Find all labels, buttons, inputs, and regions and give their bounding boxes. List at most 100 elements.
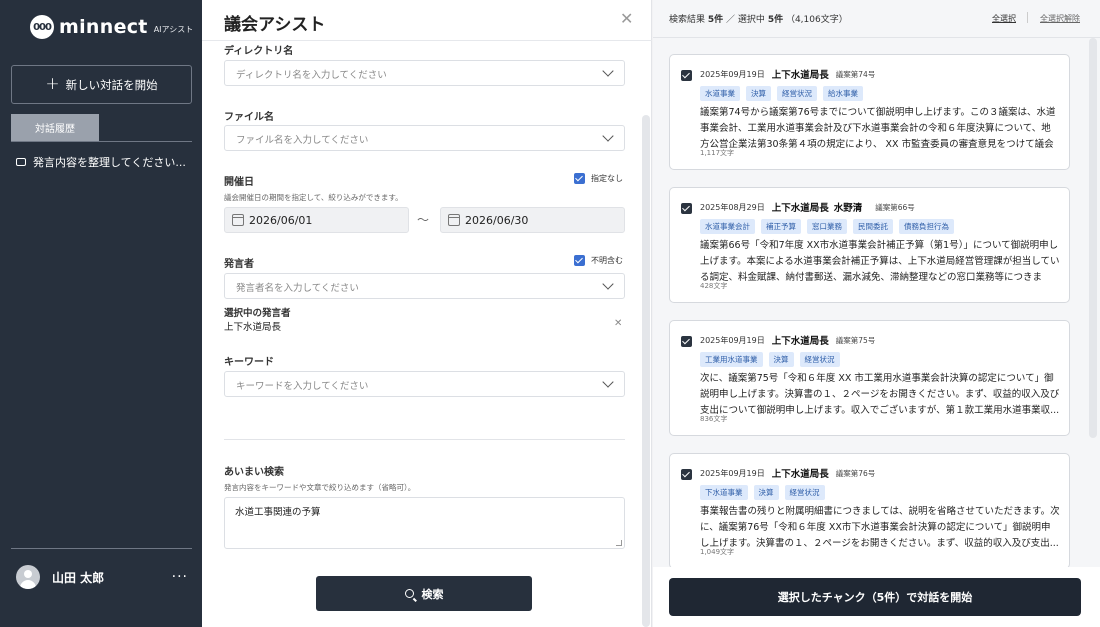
search-icon [404, 589, 414, 598]
file-select[interactable]: ファイル名を入力してください [224, 125, 625, 151]
card-body: 議案第74号から議案第76号までについて御説明申し上げます。この３議案は、水道事… [700, 107, 1056, 150]
new-chat-label: 新しい対話を開始 [65, 77, 158, 92]
result-card[interactable]: 2025年09月19日 上下水道局長 議案第76号 下水道事業 決算 経営状況 … [669, 453, 1070, 567]
page-title: 議会アシスト [224, 15, 326, 35]
section-divider [224, 439, 625, 440]
card-body: 議案第66号「令和7年度 XX市水道事業会計補正予算（第1号）」について御説明申… [700, 240, 1060, 283]
fuzzy-search-hint: 発言内容をキーワードや文章で絞り込めます（省略可）。 [224, 483, 416, 492]
card-tags: 水道事業 決算 経営状況 給水事業 [700, 86, 869, 101]
tag: 水道事業会計 [700, 219, 755, 234]
selected-speaker-value: 上下水道局長 [224, 322, 282, 333]
card-checkbox[interactable] [681, 336, 692, 347]
tag: 給水事業 [823, 86, 863, 101]
checkbox-checked-icon[interactable] [574, 173, 585, 184]
sidebar: 000 minnect AIアシスト + 新しい対話を開始 対話履歴 発言内容を… [0, 0, 202, 627]
logo[interactable]: 000 minnect AIアシスト [30, 14, 193, 40]
tag: 下水道事業 [700, 485, 748, 500]
card-char-count: 1,117文字 [700, 149, 735, 157]
card-tags: 工業用水道事業 決算 経営状況 [700, 352, 846, 367]
file-label: ファイル名 [224, 112, 274, 123]
resize-handle-icon[interactable] [616, 540, 622, 546]
tab-chat-history[interactable]: 対話履歴 [11, 114, 99, 141]
selected-prefix: 選択中 [737, 15, 765, 25]
start-date-value: 2026/06/01 [249, 213, 313, 227]
tag: 経営状況 [784, 485, 825, 500]
directory-label: ディレクトリ名 [224, 46, 294, 57]
checkbox-checked-icon[interactable] [574, 255, 585, 266]
start-chat-with-chunks-button[interactable]: 選択したチャンク（5件）で対話を開始 [669, 578, 1081, 616]
new-chat-button[interactable]: + 新しい対話を開始 [11, 65, 192, 104]
chevron-down-icon [602, 376, 614, 388]
date-range-separator: 〜 [417, 213, 430, 227]
card-char-count: 428文字 [700, 282, 728, 290]
card-body: 次に、議案第75号「令和６年度 XX 市工業用水道事業会計決算の認定について」御… [700, 373, 1060, 416]
card-agenda: 議案第66号 [875, 202, 915, 212]
search-form-panel: 議会アシスト ✕ ディレクトリ名 ディレクトリ名を入力してください ファイル名 … [202, 0, 652, 627]
card-checkbox[interactable] [681, 70, 692, 81]
card-checkbox[interactable] [681, 203, 692, 214]
avatar [16, 565, 40, 589]
card-agenda: 議案第76号 [835, 468, 876, 478]
tag: 決算 [768, 352, 794, 367]
results-panel: 検索結果 5件 ／ 選択中 5件 （4,106文字） 全選択 全選択解除 202… [653, 0, 1100, 627]
close-icon[interactable]: ✕ [620, 9, 633, 28]
tag: 決算 [746, 86, 771, 101]
tag: 窓口業務 [807, 219, 847, 234]
card-checkbox[interactable] [681, 469, 692, 480]
logo-text: minnect [59, 16, 148, 38]
link-separator [1027, 12, 1028, 23]
card-date: 2025年09月19日 [700, 335, 765, 345]
select-all-link[interactable]: 全選択 [992, 13, 1016, 24]
tag: 工業用水道事業 [700, 352, 763, 367]
result-card[interactable]: 2025年09月19日 上下水道局長 議案第74号 水道事業 決算 経営状況 給… [669, 54, 1070, 170]
results-list: 2025年09月19日 上下水道局長 議案第74号 水道事業 決算 経営状況 給… [669, 52, 1072, 567]
keyword-select[interactable]: キーワードを入力してください [224, 371, 625, 397]
panel-header: 議会アシスト ✕ [202, 0, 652, 41]
calendar-icon [448, 214, 460, 226]
card-speaker: 上下水道局長 [771, 203, 829, 214]
result-card[interactable]: 2025年08月29日 上下水道局長 水野清 議案第66号 水道事業会計 補正予… [669, 187, 1070, 303]
user-menu[interactable]: 山田 太郎 ··· [16, 565, 188, 589]
search-button[interactable]: 検索 [316, 576, 532, 611]
card-speaker: 上下水道局長 [771, 336, 829, 347]
more-options-icon[interactable]: ··· [172, 569, 188, 585]
chevron-down-icon [602, 65, 614, 77]
date-nospec-checkbox[interactable]: 指定なし [574, 173, 623, 184]
summary-separator: ／ [726, 15, 736, 25]
include-unknown-checkbox[interactable]: 不明含む [574, 255, 623, 266]
plus-icon: + [45, 74, 60, 94]
history-item-label: 発言内容を整理してください... [33, 156, 186, 169]
chevron-down-icon [602, 130, 614, 142]
directory-select[interactable]: ディレクトリ名を入力してください [224, 60, 625, 86]
speaker-select[interactable]: 発言者名を入力してください [224, 273, 625, 299]
calendar-icon [232, 214, 244, 226]
results-scrollbar[interactable] [1089, 38, 1097, 438]
date-nospec-label: 指定なし [591, 174, 623, 183]
selected-speaker-label: 選択中の発言者 [224, 308, 291, 319]
keyword-placeholder: キーワードを入力してください [236, 381, 369, 392]
keyword-label: キーワード [224, 357, 274, 368]
card-speaker: 上下水道局長 [771, 469, 829, 480]
start-date-input[interactable]: 2026/06/01 [224, 207, 409, 233]
include-unknown-label: 不明含む [591, 256, 623, 265]
result-count: 5件 [707, 15, 724, 25]
date-hint: 議会開催日の期間を指定して、絞り込みができます。 [224, 193, 403, 202]
results-divider [653, 37, 1100, 38]
end-date-input[interactable]: 2026/06/30 [440, 207, 625, 233]
file-placeholder: ファイル名を入力してください [236, 135, 369, 146]
card-speaker-name: 水野清 [833, 203, 863, 214]
fuzzy-search-label: あいまい検索 [224, 467, 284, 478]
results-summary: 検索結果 5件 ／ 選択中 5件 （4,106文字） [669, 12, 848, 25]
form-scrollbar[interactable] [642, 115, 650, 627]
char-total: （4,106文字） [785, 15, 848, 25]
card-header: 2025年08月29日 上下水道局長 水野清 議案第66号 [700, 200, 915, 215]
remove-speaker-icon[interactable]: ✕ [614, 318, 622, 329]
fuzzy-search-textarea[interactable]: 水道工事関連の予算 [224, 497, 625, 549]
user-name: 山田 太郎 [52, 570, 105, 585]
deselect-all-link[interactable]: 全選択解除 [1040, 13, 1080, 24]
chevron-down-icon [602, 278, 614, 290]
result-card[interactable]: 2025年09月19日 上下水道局長 議案第75号 工業用水道事業 決算 経営状… [669, 320, 1070, 436]
card-tags: 下水道事業 決算 経営状況 [700, 485, 831, 500]
history-item[interactable]: 発言内容を整理してください... [16, 154, 196, 170]
card-body: 事業報告書の残りと附属明細書につきましては、説明を省略させていただきます。次に、… [700, 506, 1060, 549]
